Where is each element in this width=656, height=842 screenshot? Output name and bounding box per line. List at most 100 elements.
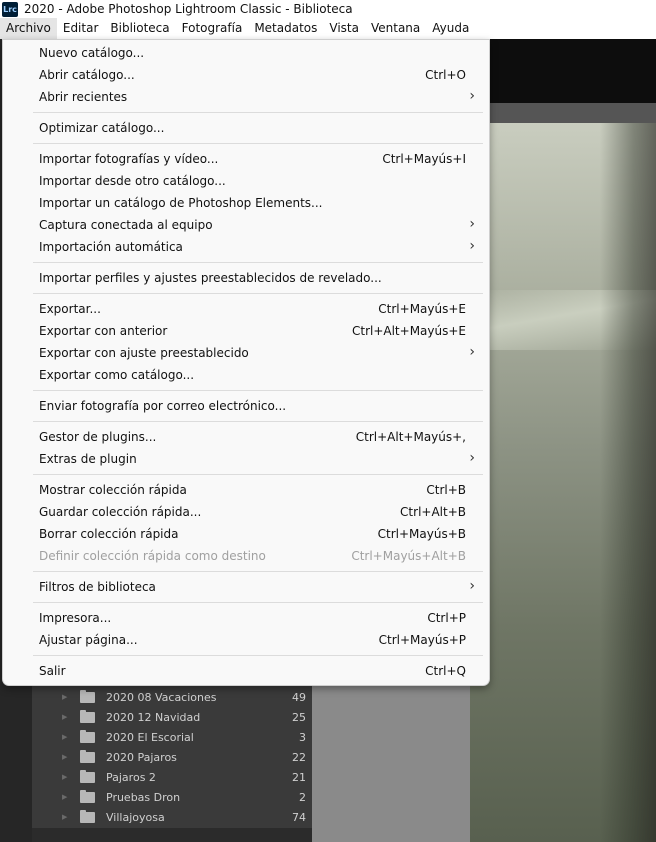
menu-item-importacion-automatica[interactable]: Importación automática › xyxy=(3,236,489,258)
folder-row[interactable]: ▶ 2020 12 Navidad 25 xyxy=(32,707,312,727)
menu-fotografia[interactable]: Fotografía xyxy=(176,18,249,39)
chevron-right-icon: › xyxy=(469,578,475,594)
chevron-right-icon: › xyxy=(469,216,475,232)
disclosure-triangle-icon[interactable]: ▶ xyxy=(62,713,67,721)
menu-item-abrir-catalogo[interactable]: Abrir catálogo... Ctrl+O xyxy=(3,64,489,86)
menu-separator xyxy=(33,262,483,263)
disclosure-triangle-icon[interactable]: ▶ xyxy=(62,773,67,781)
chevron-right-icon: › xyxy=(469,450,475,466)
menu-vista[interactable]: Vista xyxy=(323,18,365,39)
folder-icon xyxy=(80,790,95,803)
folder-count: 74 xyxy=(292,810,306,824)
menu-separator xyxy=(33,143,483,144)
disclosure-triangle-icon[interactable]: ▶ xyxy=(62,733,67,741)
disclosure-triangle-icon[interactable]: ▶ xyxy=(62,753,67,761)
archivo-dropdown-menu: Nuevo catálogo... Abrir catálogo... Ctrl… xyxy=(2,39,490,686)
chevron-right-icon: › xyxy=(469,238,475,254)
menu-item-guardar-coleccion-rapida[interactable]: Guardar colección rápida... Ctrl+Alt+B xyxy=(3,501,489,523)
disclosure-triangle-icon[interactable]: ▶ xyxy=(62,813,67,821)
folders-panel: ▶ 2020 08 Vacaciones 49 ▶ 2020 12 Navida… xyxy=(32,686,312,842)
menu-item-shortcut: Ctrl+Mayús+I xyxy=(382,152,466,166)
menu-item-captura-conectada[interactable]: Captura conectada al equipo › xyxy=(3,214,489,236)
menu-item-label: Borrar colección rápida xyxy=(39,527,179,541)
menu-item-abrir-recientes[interactable]: Abrir recientes › xyxy=(3,86,489,108)
menu-item-enviar-correo[interactable]: Enviar fotografía por correo electrónico… xyxy=(3,395,489,417)
folder-name: Villajoyosa xyxy=(106,810,165,824)
folder-name: 2020 Pajaros xyxy=(106,750,177,764)
folder-name: 2020 08 Vacaciones xyxy=(106,690,217,704)
menu-item-nuevo-catalogo[interactable]: Nuevo catálogo... xyxy=(3,42,489,64)
menu-item-importar-fotografias[interactable]: Importar fotografías y vídeo... Ctrl+May… xyxy=(3,148,489,170)
folder-name: Pruebas Dron xyxy=(106,790,181,804)
folder-name: Pajaros 2 xyxy=(106,770,156,784)
menu-item-exportar[interactable]: Exportar... Ctrl+Mayús+E xyxy=(3,298,489,320)
menu-item-exportar-con-anterior[interactable]: Exportar con anterior Ctrl+Alt+Mayús+E xyxy=(3,320,489,342)
folder-icon xyxy=(80,690,95,703)
menu-archivo[interactable]: Archivo xyxy=(0,18,57,39)
menu-biblioteca[interactable]: Biblioteca xyxy=(104,18,175,39)
folder-count: 49 xyxy=(292,690,306,704)
menu-item-label: Exportar... xyxy=(39,302,101,316)
menu-item-mostrar-coleccion-rapida[interactable]: Mostrar colección rápida Ctrl+B xyxy=(3,479,489,501)
menu-item-label: Ajustar página... xyxy=(39,633,138,647)
folder-icon xyxy=(80,730,95,743)
menu-item-optimizar-catalogo[interactable]: Optimizar catálogo... xyxy=(3,117,489,139)
menu-editar[interactable]: Editar xyxy=(57,18,105,39)
lightroom-logo-icon: Lrc xyxy=(2,1,18,17)
folder-row[interactable]: ▶ Pruebas Dron 2 xyxy=(32,787,312,807)
menu-ayuda[interactable]: Ayuda xyxy=(426,18,475,39)
menu-item-extras-plugin[interactable]: Extras de plugin › xyxy=(3,448,489,470)
menu-ventana[interactable]: Ventana xyxy=(365,18,426,39)
menu-item-exportar-como-catalogo[interactable]: Exportar como catálogo... xyxy=(3,364,489,386)
menu-item-label: Importar un catálogo de Photoshop Elemen… xyxy=(39,196,323,210)
folder-row[interactable]: ▶ Pajaros 2 21 xyxy=(32,767,312,787)
folder-name: 2020 12 Navidad xyxy=(106,710,201,724)
folder-icon xyxy=(80,710,95,723)
menu-item-label: Exportar con anterior xyxy=(39,324,168,338)
menu-item-importar-photoshop-elements[interactable]: Importar un catálogo de Photoshop Elemen… xyxy=(3,192,489,214)
chevron-right-icon: › xyxy=(469,344,475,360)
menu-item-label: Nuevo catálogo... xyxy=(39,46,145,60)
menu-item-label: Importar fotografías y vídeo... xyxy=(39,152,219,166)
folder-count: 25 xyxy=(292,710,306,724)
menu-item-shortcut: Ctrl+B xyxy=(426,483,466,497)
menu-item-shortcut: Ctrl+Mayús+E xyxy=(378,302,466,316)
folder-row[interactable]: ▶ 2020 08 Vacaciones 49 xyxy=(32,687,312,707)
menu-item-label: Enviar fotografía por correo electrónico… xyxy=(39,399,287,413)
menu-item-label: Mostrar colección rápida xyxy=(39,483,187,497)
menu-separator xyxy=(33,421,483,422)
disclosure-triangle-icon[interactable]: ▶ xyxy=(62,693,67,701)
menu-item-shortcut: Ctrl+P xyxy=(427,611,466,625)
menu-item-label: Salir xyxy=(39,664,66,678)
menu-item-label: Exportar con ajuste preestablecido xyxy=(39,346,249,360)
menu-item-label: Captura conectada al equipo xyxy=(39,218,213,232)
menu-item-shortcut: Ctrl+Alt+Mayús+E xyxy=(351,324,466,338)
folder-row[interactable]: ▶ Villajoyosa 74 xyxy=(32,807,312,827)
folder-count: 21 xyxy=(292,770,306,784)
folder-row[interactable]: ▶ 2020 Pajaros 22 xyxy=(32,747,312,767)
menu-item-borrar-coleccion-rapida[interactable]: Borrar colección rápida Ctrl+Mayús+B xyxy=(3,523,489,545)
menu-item-label: Exportar como catálogo... xyxy=(39,368,195,382)
menu-item-importar-perfiles[interactable]: Importar perfiles y ajustes preestableci… xyxy=(3,267,489,289)
menu-item-filtros-biblioteca[interactable]: Filtros de biblioteca › xyxy=(3,576,489,598)
menu-item-label: Abrir recientes xyxy=(39,90,128,104)
folder-count: 3 xyxy=(299,730,306,744)
menu-item-gestor-plugins[interactable]: Gestor de plugins... Ctrl+Alt+Mayús+, xyxy=(3,426,489,448)
menu-item-label: Extras de plugin xyxy=(39,452,137,466)
window-title: 2020 - Adobe Photoshop Lightroom Classic… xyxy=(24,2,353,16)
menu-metadatos[interactable]: Metadatos xyxy=(248,18,323,39)
folder-row[interactable]: ▶ 2020 El Escorial 3 xyxy=(32,727,312,747)
disclosure-triangle-icon[interactable]: ▶ xyxy=(62,793,67,801)
menu-item-shortcut: Ctrl+Alt+Mayús+, xyxy=(355,430,466,444)
menu-item-label: Optimizar catálogo... xyxy=(39,121,165,135)
menu-item-label: Importación automática xyxy=(39,240,183,254)
menu-item-salir[interactable]: Salir Ctrl+Q xyxy=(3,660,489,682)
folder-count: 2 xyxy=(299,790,306,804)
menu-item-importar-otro-catalogo[interactable]: Importar desde otro catálogo... xyxy=(3,170,489,192)
folder-count: 22 xyxy=(292,750,306,764)
menu-item-impresora[interactable]: Impresora... Ctrl+P xyxy=(3,607,489,629)
menu-item-label: Guardar colección rápida... xyxy=(39,505,202,519)
menu-item-exportar-con-ajuste[interactable]: Exportar con ajuste preestablecido › xyxy=(3,342,489,364)
menu-item-ajustar-pagina[interactable]: Ajustar página... Ctrl+Mayús+P xyxy=(3,629,489,651)
folder-icon xyxy=(80,750,95,763)
